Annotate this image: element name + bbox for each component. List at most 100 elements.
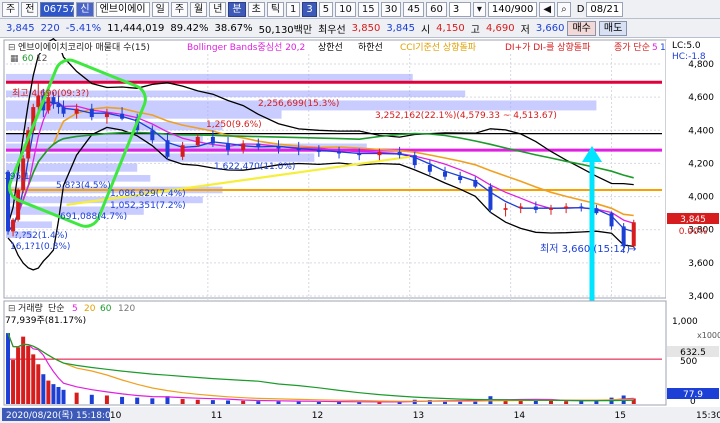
interval-dropdown-icon[interactable]: ▾ (472, 1, 486, 17)
candle-body (120, 113, 125, 119)
legend-bollinger: Bollinger Bands중심선 20,2 (187, 42, 305, 53)
legend-settings-icon[interactable]: ▦ (10, 54, 19, 64)
time-axis-label: 12 (312, 411, 323, 421)
volume-bar (296, 401, 301, 404)
trade-volume: 11,444,019 (107, 22, 165, 34)
candle-body (89, 108, 94, 118)
time-axis-label: 15 (615, 411, 626, 421)
band-label-1: 2,256,699(15.3%) (258, 99, 339, 109)
candle-body (195, 136, 200, 146)
volume-bar (357, 402, 362, 404)
interval-3-button[interactable]: 3 (302, 1, 317, 17)
legend-ma60: 60 (22, 54, 34, 64)
price-axis-label: 3,600 (688, 259, 714, 269)
legend-ma-label: 종가 단순 (614, 42, 650, 53)
high-label: 고 (470, 24, 480, 36)
minute-mode-button[interactable]: 분 (228, 1, 246, 17)
candle-body (61, 107, 66, 114)
interval-10-button[interactable]: 10 (335, 1, 356, 17)
candle-body (594, 208, 599, 214)
volume-axis-500: 500 (680, 357, 697, 367)
candle-body (165, 140, 170, 157)
candle-body (104, 113, 109, 118)
candle-body (74, 108, 79, 114)
volume-tag-2-text: 77.9 (683, 390, 703, 400)
candle-body (256, 143, 261, 147)
candle-body (16, 189, 21, 220)
trade-amount: 50,130백만 (258, 24, 313, 36)
price-change: 220 (40, 22, 60, 34)
prev-arrow-icon[interactable]: ◀ (539, 1, 556, 17)
best-bid: 3,845 (386, 22, 415, 34)
period-day-button[interactable]: 일 (151, 1, 169, 17)
legend-ma120: 12 (36, 54, 47, 64)
prev-button[interactable]: 전 (21, 1, 39, 17)
candle-body (443, 171, 448, 177)
candle-body (316, 150, 321, 152)
open-label: 시 (420, 24, 431, 36)
zero-pct-tag: 0.00% (679, 227, 708, 237)
time-axis-label: 14 (514, 411, 526, 421)
time-axis-label: 13 (413, 411, 424, 421)
quote-bar: 3,845 220 -5.41% 11,444,019 89.42% 38.67… (0, 19, 720, 38)
candle-body (337, 151, 342, 154)
volume-bar (256, 401, 261, 404)
volume-tag-1-text: 632.5 (680, 348, 706, 358)
interval-45-button[interactable]: 45 (403, 1, 425, 17)
volume-bar (11, 360, 16, 404)
current-price-tag-text: 3,845 (680, 215, 706, 225)
interval-1-button[interactable]: 1 (286, 1, 301, 17)
stock-chart[interactable]: 최고 4,690(09:3?) 2,256,699(15.3%) 3,252,1… (0, 38, 720, 423)
candle-body (631, 222, 636, 247)
second-mode-button[interactable]: 초 (247, 1, 265, 17)
volume-bar (135, 397, 140, 404)
order-type-button[interactable]: 주 (2, 1, 20, 17)
period-year-button[interactable]: 년 (209, 1, 227, 17)
stock-name-field[interactable]: 엔브이에이 (95, 1, 150, 17)
volume-bar (241, 400, 246, 404)
volume-bar (276, 401, 281, 404)
zoom-icon[interactable]: ⌕ (557, 1, 571, 17)
volume-bar (195, 399, 200, 404)
current-price: 3,845 (6, 22, 35, 34)
legend-toggle-icon[interactable]: ⊟ (8, 43, 16, 53)
interval-input[interactable]: 3 (448, 1, 471, 17)
legend-upper: 상한선 (318, 42, 343, 53)
new-badge[interactable]: 신 (76, 1, 94, 17)
interval-30-button[interactable]: 30 (380, 1, 402, 17)
high-price: 4,690 (486, 22, 515, 34)
band-label-6: 1,052,351(7.2%) (110, 201, 186, 211)
tick-mode-button[interactable]: 틱 (266, 1, 285, 17)
sell-button[interactable]: 매도 (598, 20, 628, 36)
buy-button[interactable]: 매수 (567, 20, 596, 36)
period-week-button[interactable]: 주 (170, 1, 189, 17)
volume-bar (316, 401, 321, 404)
stock-code-input[interactable]: 067570 (40, 1, 82, 17)
candle-body (548, 208, 553, 210)
candle-body (56, 103, 61, 108)
volume-ma-label: 단순 (48, 303, 65, 314)
volume-bar (150, 398, 155, 404)
candle-body (564, 206, 569, 209)
period-month-button[interactable]: 월 (190, 1, 208, 17)
volume-ma120: 120 (118, 304, 135, 314)
candle-body (276, 146, 281, 149)
bar-counter-field[interactable]: 140/900 (487, 1, 538, 17)
date-checkbox-label[interactable]: D (577, 4, 585, 15)
volume-current: 77,939주(81.17%) (5, 315, 86, 326)
legend-title: 엔브이에이치코리아 매물대 수(15) (18, 41, 150, 53)
candle-body (226, 143, 231, 151)
candle-body (296, 148, 301, 151)
interval-5-button[interactable]: 5 (318, 1, 334, 17)
volume-bar (61, 389, 66, 404)
time-axis-end: 15:30 (696, 411, 720, 421)
candle-body (579, 206, 584, 209)
interval-60-button[interactable]: 60 (426, 1, 447, 17)
high-annotation: 최고 4,690(09:3?) (12, 88, 89, 99)
date-input[interactable]: 08/21 (586, 1, 624, 17)
interval-15-button[interactable]: 15 (357, 1, 379, 17)
volume-bar (180, 399, 185, 404)
volume-bar (564, 401, 569, 404)
candle-body (488, 186, 493, 210)
volume-toggle-icon[interactable]: ⊟ (8, 304, 16, 314)
